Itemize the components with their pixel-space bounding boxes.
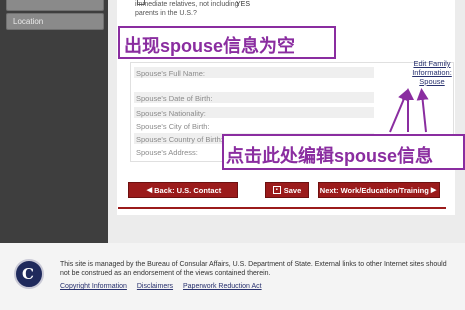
footer-links: Copyright Information Disclaimers Paperw… — [60, 283, 270, 290]
seal-letter: C — [22, 265, 34, 283]
edit-link-line-1[interactable]: Edit Family — [403, 59, 461, 68]
save-button[interactable]: ▪ Save — [265, 182, 309, 198]
back-button[interactable]: ◀ Back: U.S. Contact — [128, 182, 238, 198]
sidebar-tab-location[interactable]: Location — [6, 13, 104, 30]
next-button-label: Next: Work/Education/Training — [319, 185, 429, 195]
spouse-date-of-birth: Spouse's Date of Birth: — [134, 92, 374, 103]
spouse-full-name: Spouse's Full Name: — [134, 67, 374, 78]
save-button-label: Save — [283, 185, 302, 195]
annotation-spouse-empty: 出现spouse信息为空 — [118, 26, 336, 59]
spouse-nationality: Spouse's Nationality: — [134, 107, 374, 118]
next-button[interactable]: Next: Work/Education/Training ▶ — [318, 182, 440, 198]
divider — [118, 207, 446, 209]
footer-disclaimer-text: This site is managed by the Bureau of Co… — [60, 261, 447, 277]
spouse-city-of-birth: Spouse's City of Birth: — [136, 122, 210, 131]
sidebar-tab-previous[interactable] — [6, 0, 104, 11]
edit-family-spouse-link[interactable]: Edit Family Information: Spouse — [403, 59, 461, 86]
navigation-button-bar: ◀ Back: U.S. Contact ▪ Save Next: Work/E… — [118, 180, 446, 200]
annotation-click-edit-spouse: 点击此处编辑spouse信息 — [222, 134, 465, 170]
paperwork-reduction-link[interactable]: Paperwork Reduction Act — [183, 283, 262, 290]
save-icon: ▪ — [272, 186, 281, 194]
arrow-left-icon: ◀ — [146, 187, 153, 194]
back-button-label: Back: U.S. Contact — [154, 185, 222, 195]
copyright-link[interactable]: Copyright Information — [60, 283, 127, 290]
disclaimers-link[interactable]: Disclaimers — [137, 283, 173, 290]
left-sidebar: Location — [0, 0, 108, 243]
relatives-yes-label: YES — [236, 1, 251, 8]
arrow-right-icon: ▶ — [430, 187, 437, 194]
edit-link-line-2[interactable]: Information: — [403, 68, 461, 77]
edit-link-line-3[interactable]: Spouse — [403, 77, 461, 86]
